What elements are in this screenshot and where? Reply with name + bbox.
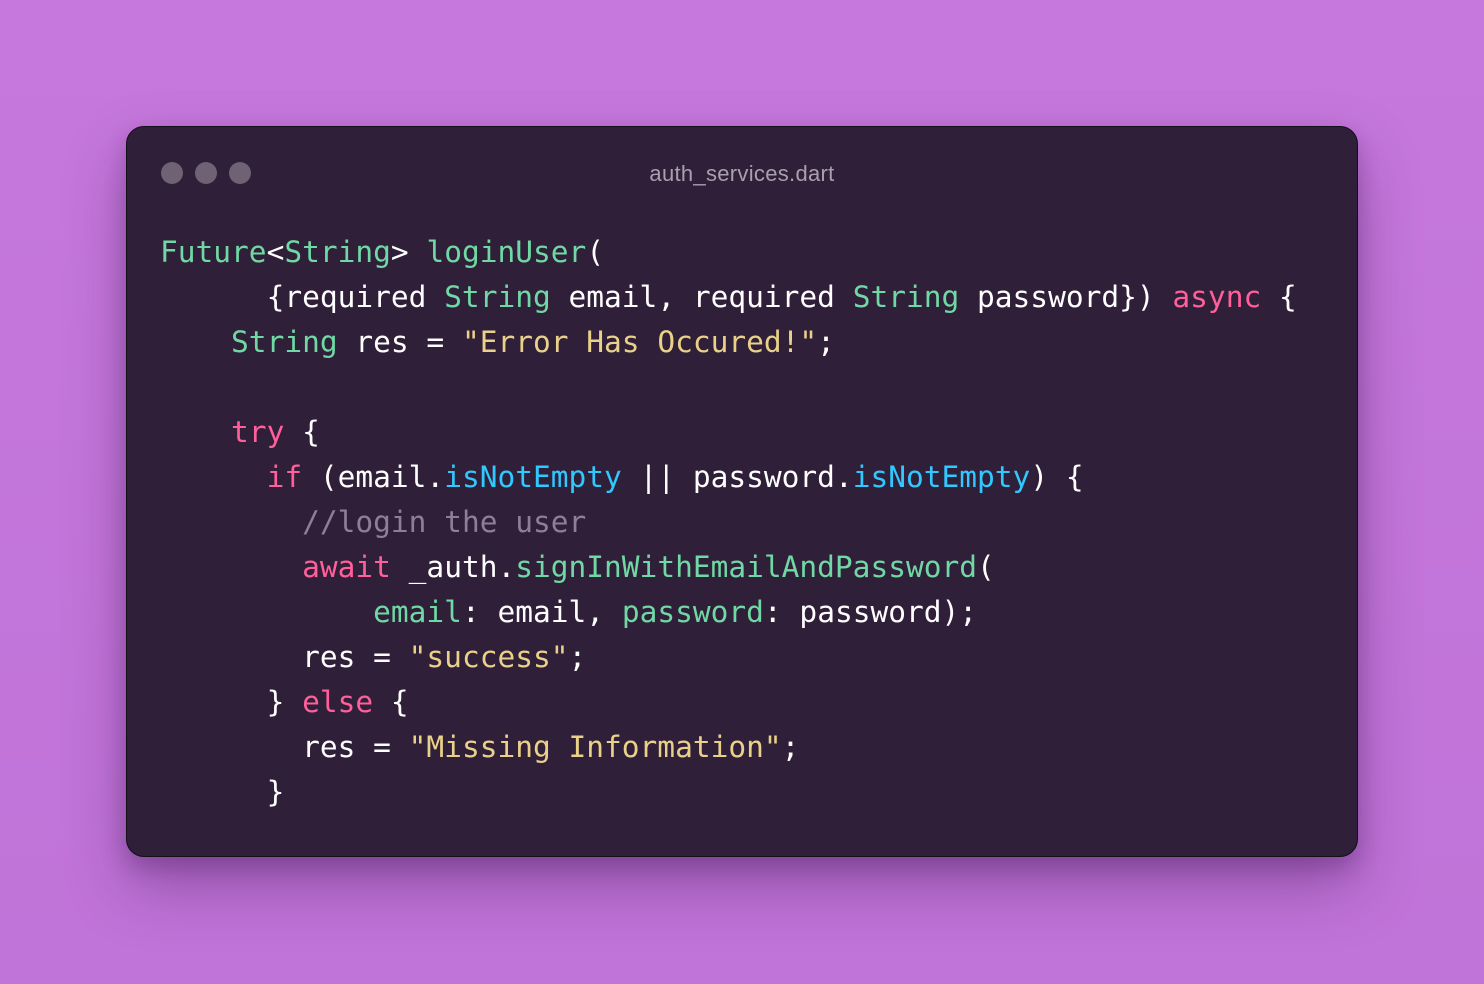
code-token: email, required <box>550 280 853 314</box>
code-token: "success" <box>408 640 569 674</box>
code-line: } else { <box>160 680 1297 725</box>
code-line: //login the user <box>160 500 1297 545</box>
code-token: (email. <box>302 460 445 494</box>
code-token: signInWithEmailAndPassword <box>515 550 978 584</box>
code-token: _auth. <box>390 550 516 584</box>
code-token: String <box>852 280 960 314</box>
code-line: res = "Missing Information"; <box>160 725 1297 770</box>
code-token: await <box>302 550 391 584</box>
code-line: Future<String> loginUser( <box>160 230 1297 275</box>
code-token: "Error Has Occured!" <box>461 325 818 359</box>
code-token: isNotEmpty <box>852 460 1031 494</box>
code-token: : password); <box>763 595 978 629</box>
code-token: email <box>373 595 462 629</box>
code-line: } <box>160 770 1297 815</box>
code-token: : email, <box>461 595 622 629</box>
code-token: //login the user <box>302 505 587 539</box>
code-token: ; <box>781 730 800 764</box>
code-token: ) { <box>1030 460 1084 494</box>
code-token: > <box>390 235 427 269</box>
code-token: ; <box>568 640 587 674</box>
code-token: } <box>160 775 285 809</box>
code-line: await _auth.signInWithEmailAndPassword( <box>160 545 1297 590</box>
code-token: async <box>1172 280 1262 314</box>
code-token: { <box>373 685 409 719</box>
code-token: res = <box>337 325 462 359</box>
code-token: < <box>266 235 285 269</box>
window-titlebar: auth_services.dart <box>127 127 1357 219</box>
code-token: String <box>284 235 391 269</box>
code-token: { <box>284 415 320 449</box>
code-token: { <box>1261 280 1297 314</box>
code-token: password <box>621 595 764 629</box>
code-token: res = <box>160 640 409 674</box>
code-token: try <box>231 415 285 449</box>
code-token: ( <box>977 550 995 584</box>
code-token: if <box>266 460 303 494</box>
window-title: auth_services.dart <box>649 161 835 186</box>
code-token: {required <box>160 280 445 314</box>
code-token: String <box>231 325 338 359</box>
code-token: || password. <box>621 460 853 494</box>
code-token: ; <box>817 325 835 359</box>
code-line: {required String email, required String … <box>160 275 1297 320</box>
code-token: isNotEmpty <box>444 460 622 494</box>
code-window: auth_services.dart Future<String> loginU… <box>126 126 1358 857</box>
code-token: else <box>302 685 374 719</box>
code-token: res = <box>160 730 409 764</box>
code-token: "Missing Information" <box>408 730 782 764</box>
code-token: loginUser <box>426 235 587 269</box>
code-token: ( <box>586 235 605 269</box>
code-line: try { <box>160 410 1297 455</box>
code-block: Future<String> loginUser( {required Stri… <box>160 230 1297 815</box>
code-line: if (email.isNotEmpty || password.isNotEm… <box>160 455 1297 500</box>
code-token: Future <box>160 235 267 269</box>
code-token: String <box>444 280 551 314</box>
code-token: password}) <box>959 280 1173 314</box>
code-token: } <box>160 685 303 719</box>
code-line: String res = "Error Has Occured!"; <box>160 320 1297 365</box>
code-line: email: email, password: password); <box>160 590 1297 635</box>
code-line: res = "success"; <box>160 635 1297 680</box>
